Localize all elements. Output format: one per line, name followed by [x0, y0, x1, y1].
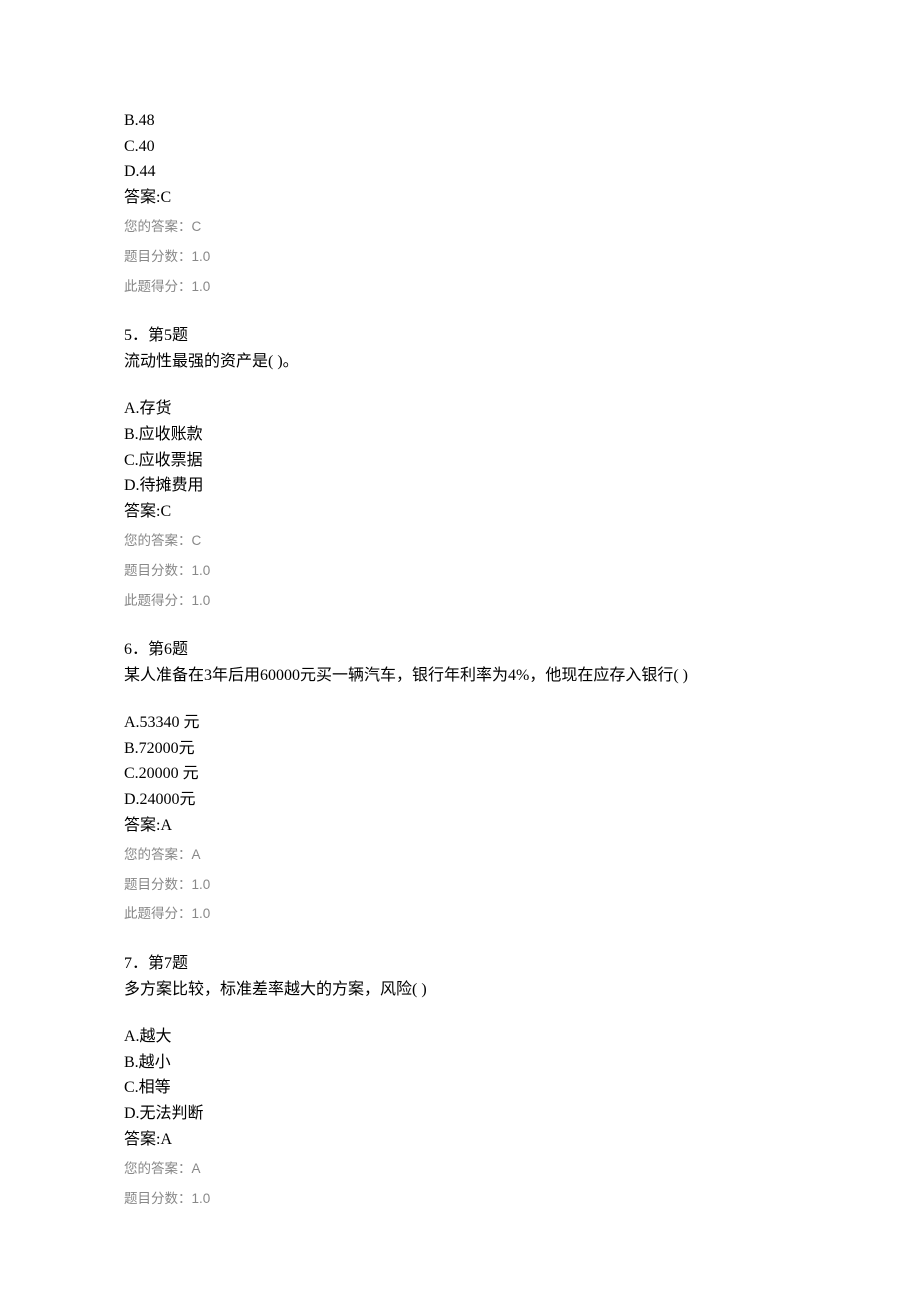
q5-option-b: B.应收账款	[124, 422, 804, 448]
q7-stem: 多方案比较，标准差率越大的方案，风险( )	[124, 977, 804, 1003]
q5-your-answer: 您的答案：C	[124, 530, 804, 552]
q5-got: 此题得分：1.0	[124, 590, 804, 612]
q4-your-answer: 您的答案：C	[124, 216, 804, 238]
q7-option-d: D.无法判断	[124, 1101, 804, 1127]
q6-option-d: D.24000元	[124, 787, 804, 813]
q7-your-answer: 您的答案：A	[124, 1158, 804, 1180]
q5-header: 5．第5题	[124, 323, 804, 349]
q6-option-a: A.53340 元	[124, 710, 804, 736]
q4-option-b: B.48	[124, 108, 804, 134]
q6-answer: 答案:A	[124, 813, 804, 839]
q6-your-answer: 您的答案：A	[124, 844, 804, 866]
q6-option-c: C.20000 元	[124, 761, 804, 787]
q6-header: 6．第6题	[124, 637, 804, 663]
q5-score: 题目分数：1.0	[124, 560, 804, 582]
q7-score: 题目分数：1.0	[124, 1188, 804, 1210]
q5-stem: 流动性最强的资产是( )。	[124, 349, 804, 375]
q6-score: 题目分数：1.0	[124, 874, 804, 896]
q6-option-b: B.72000元	[124, 736, 804, 762]
q6-stem: 某人准备在3年后用60000元买一辆汽车，银行年利率为4%，他现在应存入银行( …	[124, 663, 804, 689]
q4-score: 题目分数：1.0	[124, 246, 804, 268]
q4-answer: 答案:C	[124, 185, 804, 211]
q5-option-d: D.待摊费用	[124, 473, 804, 499]
q4-option-c: C.40	[124, 134, 804, 160]
q7-answer: 答案:A	[124, 1127, 804, 1153]
q5-option-a: A.存货	[124, 396, 804, 422]
q7-header: 7．第7题	[124, 951, 804, 977]
q6-got: 此题得分：1.0	[124, 903, 804, 925]
q7-option-c: C.相等	[124, 1075, 804, 1101]
q5-answer: 答案:C	[124, 499, 804, 525]
q4-option-d: D.44	[124, 159, 804, 185]
document-content: B.48 C.40 D.44 答案:C 您的答案：C 题目分数：1.0 此题得分…	[124, 108, 804, 1209]
q7-option-b: B.越小	[124, 1050, 804, 1076]
q7-option-a: A.越大	[124, 1024, 804, 1050]
q5-option-c: C.应收票据	[124, 448, 804, 474]
q4-got: 此题得分：1.0	[124, 276, 804, 298]
